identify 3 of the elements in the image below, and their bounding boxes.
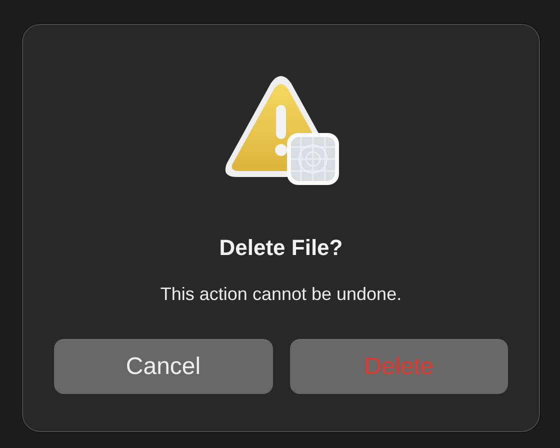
cancel-button[interactable]: Cancel (54, 339, 272, 394)
dialog-message: This action cannot be undone. (160, 283, 402, 305)
dialog-title: Delete File? (219, 235, 343, 261)
